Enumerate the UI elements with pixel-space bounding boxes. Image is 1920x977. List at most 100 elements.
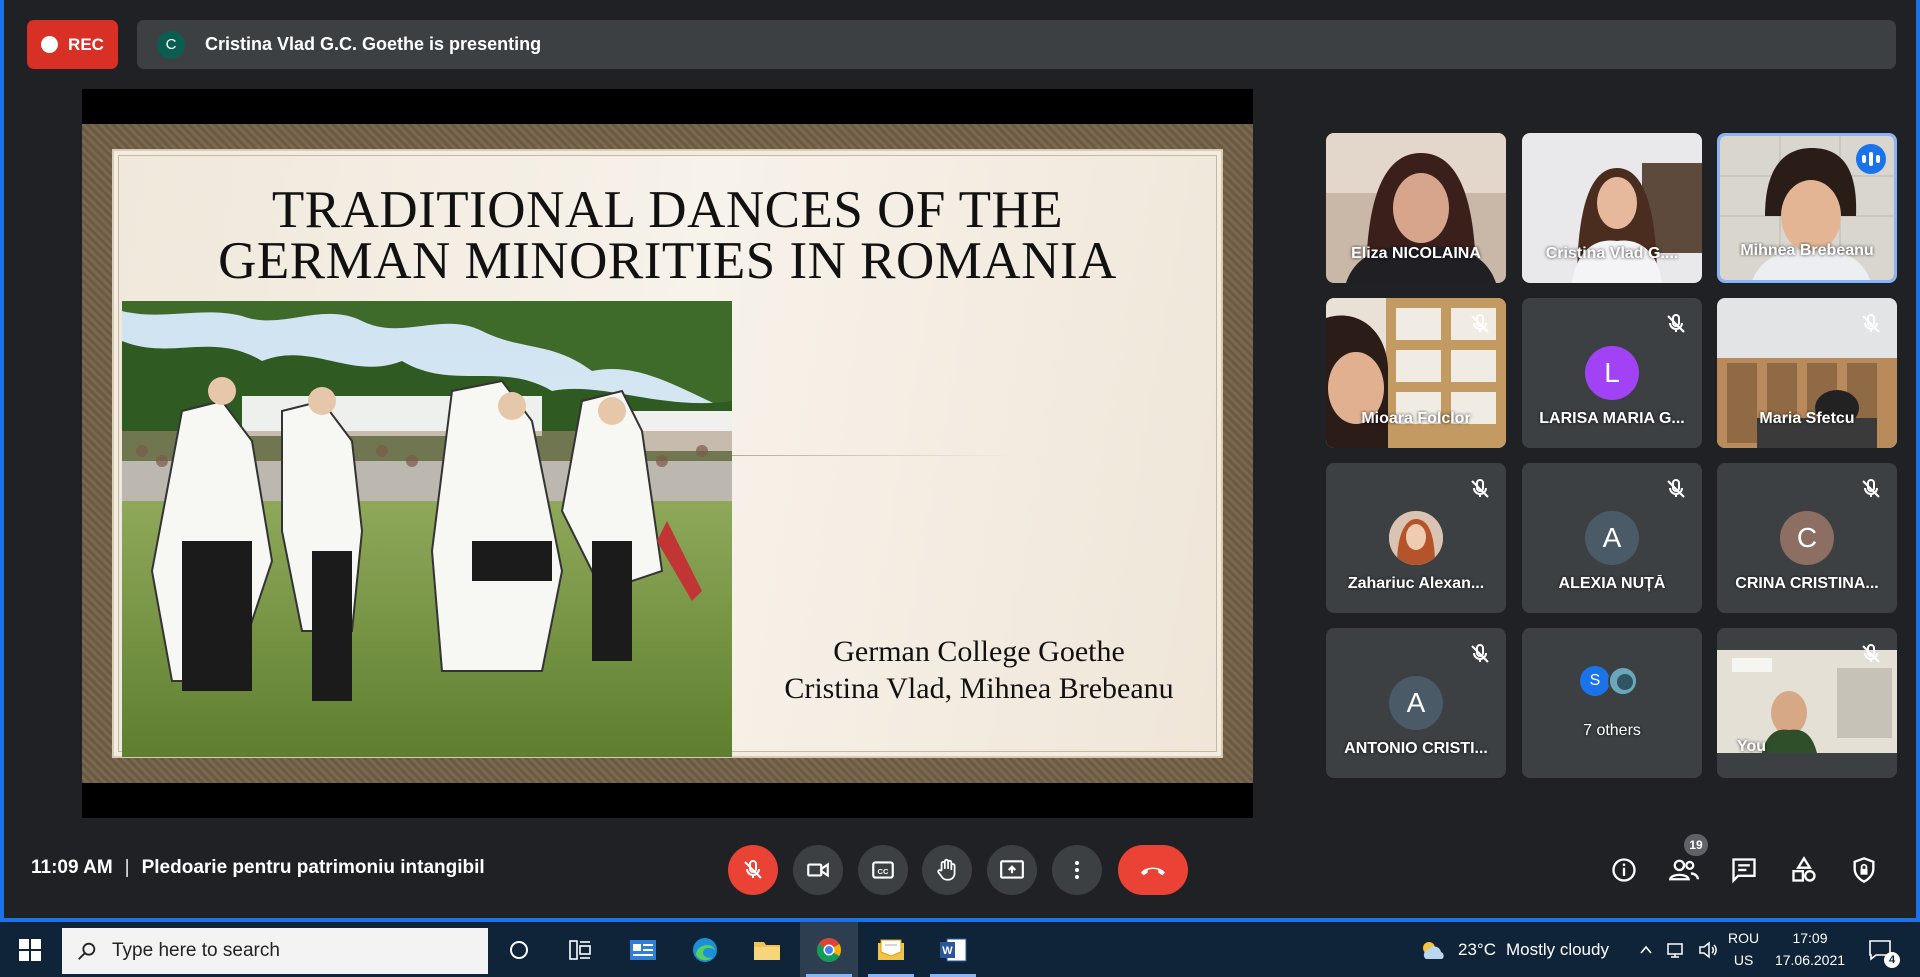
clock-date: 17.06.2021 — [1774, 952, 1846, 968]
participant-avatar: C — [1780, 511, 1834, 565]
host-controls-button[interactable] — [1844, 850, 1884, 890]
weather-widget[interactable]: 23°C Mostly cloudy — [1418, 922, 1609, 977]
slide-divider — [732, 455, 1012, 456]
participant-tile[interactable]: A ALEXIA NUȚĂ — [1522, 463, 1702, 613]
participant-name: CRINA CRISTINA... — [1735, 575, 1879, 592]
meeting-details-button[interactable] — [1604, 850, 1644, 890]
mic-off-icon — [744, 859, 762, 879]
self-tile[interactable]: You — [1717, 628, 1897, 778]
taskbar-search-box[interactable]: Type here to search — [62, 928, 488, 974]
slide-title-line: GERMAN MINORITIES IN ROMANIA — [218, 232, 1117, 290]
taskbar-clock[interactable]: 17:09 17.06.2021 — [1760, 927, 1860, 971]
mic-off-icon — [1667, 478, 1685, 498]
meet-window: REC C Cristina Vlad G.C. Goethe is prese… — [0, 0, 1920, 922]
presenting-banner: C Cristina Vlad G.C. Goethe is presentin… — [137, 20, 1896, 69]
slide-subtitle: German College Goethe Cristina Vlad, Mih… — [744, 633, 1214, 707]
cortana-button[interactable] — [490, 922, 548, 977]
notification-center-button[interactable]: 4 — [1868, 922, 1900, 977]
task-view-button[interactable] — [551, 922, 609, 977]
speaking-indicator-icon — [1856, 144, 1886, 174]
windows-taskbar: Type here to search W 23°C Mostly cloudy… — [0, 922, 1920, 977]
taskbar-app-word[interactable]: W — [924, 922, 982, 977]
weather-condition: Mostly cloudy — [1505, 939, 1609, 959]
participant-name: Maria Sfetcu — [1759, 410, 1855, 427]
participant-name: Eliza NICOLAINA — [1351, 245, 1481, 262]
start-button[interactable] — [0, 922, 60, 977]
windows-logo-icon — [19, 938, 41, 961]
chat-icon — [1732, 858, 1756, 884]
recording-indicator[interactable]: REC — [27, 20, 118, 69]
activities-button[interactable] — [1784, 850, 1824, 890]
meeting-time: 11:09 AM — [31, 857, 113, 878]
chrome-browser-icon — [817, 937, 841, 962]
edge-browser-icon — [693, 937, 717, 962]
participant-tile-speaking[interactable]: Mihnea Brebeanu — [1717, 133, 1897, 283]
taskbar-app-news[interactable] — [614, 922, 672, 977]
search-placeholder: Type here to search — [112, 940, 280, 961]
weather-temperature: 23°C — [1458, 939, 1496, 959]
camera-toggle-button[interactable] — [793, 845, 843, 895]
record-dot-icon — [41, 36, 59, 53]
participant-photo-avatar — [1389, 511, 1443, 565]
mail-folder-icon — [878, 939, 904, 960]
participant-name: LARISA MARIA G... — [1539, 410, 1685, 427]
taskbar-app-mail[interactable] — [862, 922, 920, 977]
taskbar-app-edge[interactable] — [676, 922, 734, 977]
chat-button[interactable] — [1724, 850, 1764, 890]
presenter-avatar: C — [157, 30, 185, 59]
participant-tile[interactable]: Eliza NICOLAINA — [1326, 133, 1506, 283]
language-code: ROU — [1728, 930, 1760, 946]
word-app-icon: W — [940, 938, 967, 961]
input-language-indicator[interactable]: ROU US — [1728, 927, 1759, 971]
svg-text:CC: CC — [878, 867, 889, 876]
participant-tile[interactable]: C CRINA CRISTINA... — [1717, 463, 1897, 613]
participants-button[interactable] — [1664, 850, 1704, 890]
participant-tile[interactable]: Mioara Folclor — [1326, 298, 1506, 448]
folder-icon — [754, 941, 780, 960]
taskbar-app-chrome[interactable] — [800, 922, 858, 977]
participant-name: Zahariuc Alexan... — [1347, 575, 1485, 592]
slide-subtitle-line: German College Goethe — [833, 635, 1125, 668]
slide-content: TRADITIONAL DANCES OF THE GERMAN MINORIT… — [112, 149, 1223, 758]
system-tray — [1638, 922, 1720, 977]
others-label: 7 others — [1583, 722, 1641, 739]
others-photo-avatar — [1608, 666, 1638, 696]
participant-tile[interactable]: Cristina Vlad G.... — [1522, 133, 1702, 283]
more-options-button[interactable] — [1052, 845, 1102, 895]
raise-hand-button[interactable] — [922, 845, 972, 895]
participant-name: ALEXIA NUȚĂ — [1558, 575, 1666, 592]
mic-off-icon — [1862, 478, 1880, 498]
participant-avatar: A — [1585, 511, 1639, 565]
slide-title-line: TRADITIONAL DANCES OF THE — [271, 181, 1064, 239]
svg-text:W: W — [942, 945, 953, 957]
mic-off-icon — [1862, 313, 1880, 333]
mic-off-icon — [1667, 313, 1685, 333]
keyboard-layout: US — [1733, 952, 1754, 968]
shield-lock-icon — [1853, 857, 1875, 883]
captions-button[interactable]: CC — [858, 845, 908, 895]
participant-count-badge: 19 — [1684, 834, 1708, 856]
others-tile[interactable]: S 7 others — [1522, 628, 1702, 778]
clock-time: 17:09 — [1792, 930, 1828, 946]
participant-name: ANTONIO CRISTI... — [1344, 740, 1488, 757]
mic-toggle-button[interactable] — [728, 845, 778, 895]
closed-captions-icon: CC — [872, 861, 894, 879]
slide: TRADITIONAL DANCES OF THE GERMAN MINORIT… — [82, 124, 1253, 783]
rec-label: REC — [68, 34, 104, 54]
network-icon[interactable] — [1666, 941, 1686, 959]
leave-call-button[interactable] — [1118, 845, 1188, 895]
hand-icon — [937, 858, 956, 881]
partly-cloudy-icon — [1423, 941, 1444, 959]
participant-tile[interactable]: Maria Sfetcu — [1717, 298, 1897, 448]
participant-tile[interactable]: L LARISA MARIA G... — [1522, 298, 1702, 448]
present-now-button[interactable] — [987, 845, 1037, 895]
chevron-up-icon[interactable] — [1638, 942, 1654, 958]
participant-tile[interactable]: A ANTONIO CRISTI... — [1326, 628, 1506, 778]
volume-icon[interactable] — [1698, 940, 1720, 959]
activities-icon — [1792, 856, 1816, 882]
slide-title: TRADITIONAL DANCES OF THE GERMAN MINORIT… — [114, 181, 1221, 290]
mic-off-icon — [1862, 643, 1880, 663]
taskbar-app-file-explorer[interactable] — [738, 922, 796, 977]
participant-name: Cristina Vlad G.... — [1545, 245, 1679, 262]
participant-tile[interactable]: Zahariuc Alexan... — [1326, 463, 1506, 613]
